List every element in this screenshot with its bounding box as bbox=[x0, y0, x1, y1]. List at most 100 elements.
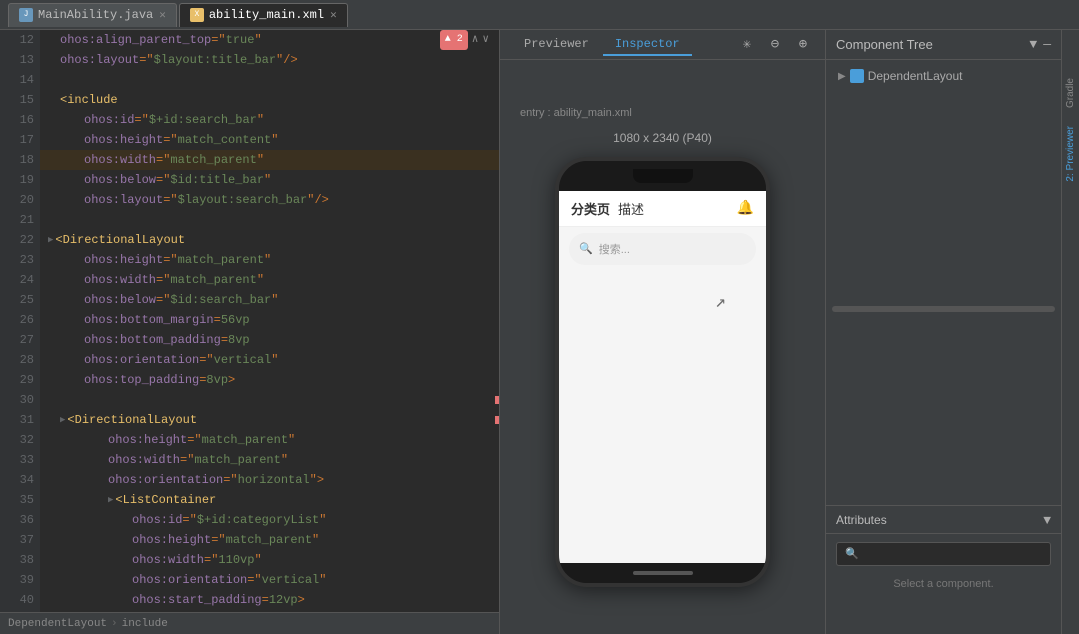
java-icon: J bbox=[19, 8, 33, 22]
code-line[interactable]: ohos:align_parent_top="true" ▲ 2 ∧ ∨ bbox=[40, 30, 499, 50]
attributes-header-icons: ▼ bbox=[1043, 511, 1051, 529]
code-line[interactable] bbox=[40, 390, 499, 410]
code-line[interactable]: ohos:height="match_content" bbox=[40, 130, 499, 150]
vertical-tab-previewer[interactable]: 2: Previewer bbox=[1063, 118, 1078, 190]
code-line[interactable]: ohos:layout="$layout:search_bar"/> bbox=[40, 190, 499, 210]
phone-search-bar: 🔍 搜索... bbox=[569, 233, 756, 265]
error-badge: ▲ 2 ∧ ∨ bbox=[440, 30, 489, 50]
code-line[interactable]: ohos:below="$id:title_bar" bbox=[40, 170, 499, 190]
code-line[interactable]: <include bbox=[40, 90, 499, 110]
snowflake-icon[interactable]: ✳ bbox=[737, 35, 757, 55]
code-line[interactable]: ohos:width="110vp" bbox=[40, 550, 499, 570]
tab-xml-label: ability_main.xml bbox=[209, 8, 324, 22]
zoom-in-icon[interactable]: ⊕ bbox=[793, 35, 813, 55]
tab-java[interactable]: J MainAbility.java ✕ bbox=[8, 3, 177, 27]
code-line[interactable]: ohos:bottom_margin=56vp bbox=[40, 310, 499, 330]
attributes-content: 🔍 Select a component. bbox=[826, 534, 1061, 634]
tree-scrollbar-area bbox=[832, 306, 1055, 312]
breadcrumb-separator: › bbox=[111, 618, 118, 630]
code-line[interactable]: ohos:orientation="vertical" bbox=[40, 570, 499, 590]
preview-content: entry : ability_main.xml 1080 x 2340 (P4… bbox=[500, 60, 825, 634]
phone-notch bbox=[633, 169, 693, 183]
tree-node-icon bbox=[850, 69, 864, 83]
breadcrumb-item-1[interactable]: DependentLayout bbox=[8, 618, 107, 630]
code-line[interactable]: ▶<DirectionalLayout bbox=[40, 230, 499, 250]
attributes-collapse-icon[interactable]: ▼ bbox=[1043, 513, 1051, 528]
phone-top-bar bbox=[559, 161, 766, 191]
zoom-out-icon[interactable]: ⊖ bbox=[765, 35, 785, 55]
code-panel: 1213141516 1718192021 2223242526 2728293… bbox=[0, 30, 500, 634]
component-tree-header: Component Tree ▼ — bbox=[826, 30, 1061, 60]
tab-java-label: MainAbility.java bbox=[38, 8, 153, 22]
preview-tabs: Previewer Inspector bbox=[512, 34, 692, 56]
attributes-header: Attributes ▼ bbox=[826, 506, 1061, 534]
preview-icons: ✳ ⊖ ⊕ bbox=[737, 35, 813, 55]
tab-inspector[interactable]: Inspector bbox=[603, 34, 692, 56]
bell-icon: 🔔 bbox=[737, 200, 754, 217]
code-line[interactable]: ▶<DirectionalLayout bbox=[40, 410, 499, 430]
tab-previewer[interactable]: Previewer bbox=[512, 34, 601, 56]
component-tree-panel: Component Tree ▼ — ▶ DependentLayout Att… bbox=[826, 30, 1061, 634]
code-content[interactable]: 1213141516 1718192021 2223242526 2728293… bbox=[0, 30, 499, 612]
component-tree-header-icons: ▼ — bbox=[1029, 37, 1051, 52]
phone-screen-body: ↗ bbox=[559, 271, 766, 563]
code-line[interactable]: ohos:orientation="vertical" bbox=[40, 350, 499, 370]
code-line[interactable]: ▶<ListContainer bbox=[40, 490, 499, 510]
main-layout: 1213141516 1718192021 2223242526 2728293… bbox=[0, 30, 1079, 634]
component-tree-title: Component Tree bbox=[836, 37, 933, 52]
breadcrumb: DependentLayout › include bbox=[0, 612, 499, 634]
tab-xml-close[interactable]: ✕ bbox=[330, 8, 337, 22]
cursor-icon: ↗ bbox=[715, 291, 726, 313]
code-line[interactable] bbox=[40, 70, 499, 90]
code-line[interactable]: ohos:orientation="horizontal"> bbox=[40, 470, 499, 490]
entry-path: entry : ability_main.xml bbox=[500, 107, 632, 119]
preview-toolbar: Previewer Inspector ✳ ⊖ ⊕ bbox=[500, 30, 825, 60]
code-line[interactable]: ohos:layout="$layout:title_bar"/> bbox=[40, 50, 499, 70]
tree-expand-arrow: ▶ bbox=[838, 71, 846, 82]
attributes-panel: Attributes ▼ 🔍 Select a component. bbox=[826, 505, 1061, 634]
component-tree-minimize-icon[interactable]: — bbox=[1043, 37, 1051, 52]
tree-item-label: DependentLayout bbox=[868, 69, 963, 83]
code-lines: ohos:align_parent_top="true" ▲ 2 ∧ ∨ oho… bbox=[40, 30, 499, 612]
tree-content: ▶ DependentLayout bbox=[826, 60, 1061, 505]
code-line[interactable]: ohos:width="match_parent" bbox=[40, 270, 499, 290]
tab-java-close[interactable]: ✕ bbox=[159, 8, 166, 22]
code-line[interactable]: ohos:id="$+id:categoryList" bbox=[40, 510, 499, 530]
code-line[interactable]: ohos:start_padding=12vp> bbox=[40, 590, 499, 610]
phone-nav-title: 分类页 描述 bbox=[571, 199, 644, 218]
code-line[interactable]: ohos:below="$id:search_bar" bbox=[40, 290, 499, 310]
phone-search-icon: 🔍 bbox=[579, 242, 593, 256]
line-numbers: 1213141516 1718192021 2223242526 2728293… bbox=[0, 30, 40, 612]
phone-nav-bar: 分类页 描述 🔔 bbox=[559, 191, 766, 227]
title-bar: J MainAbility.java ✕ X ability_main.xml … bbox=[0, 0, 1079, 30]
breadcrumb-item-2[interactable]: include bbox=[122, 618, 168, 630]
preview-panel: Previewer Inspector ✳ ⊖ ⊕ entry : abilit… bbox=[500, 30, 826, 634]
select-component-text: Select a component. bbox=[836, 578, 1051, 590]
phone-screen: 分类页 描述 🔔 🔍 搜索... ↗ bbox=[559, 191, 766, 563]
component-tree-collapse-icon[interactable]: ▼ bbox=[1029, 37, 1037, 52]
phone-home-bar bbox=[633, 571, 693, 575]
code-line[interactable]: ohos:top_padding=8vp> bbox=[40, 370, 499, 390]
phone-search-placeholder: 搜索... bbox=[599, 241, 630, 257]
tree-item-dependent-layout[interactable]: ▶ DependentLayout bbox=[832, 66, 1055, 86]
code-line[interactable]: ohos:width="match_parent" bbox=[40, 150, 499, 170]
phone-nav-title-1: 分类页 bbox=[571, 199, 610, 218]
tab-xml[interactable]: X ability_main.xml ✕ bbox=[179, 3, 348, 27]
code-line[interactable]: ohos:id="$+id:search_bar" bbox=[40, 110, 499, 130]
phone-nav-title-2: 描述 bbox=[618, 199, 644, 218]
device-label: 1080 x 2340 (P40) bbox=[613, 131, 712, 145]
code-line[interactable]: ohos:bottom_padding=8vp bbox=[40, 330, 499, 350]
code-line[interactable]: ohos:height="match_parent" bbox=[40, 530, 499, 550]
code-line[interactable]: </ListContainer> bbox=[40, 610, 499, 612]
phone-mockup: 分类页 描述 🔔 🔍 搜索... ↗ bbox=[555, 157, 770, 587]
code-line[interactable] bbox=[40, 210, 499, 230]
vertical-tab-gradle[interactable]: Gradle bbox=[1063, 70, 1078, 116]
attribute-search-bar[interactable]: 🔍 bbox=[836, 542, 1051, 566]
code-line[interactable]: ohos:height="match_parent" bbox=[40, 250, 499, 270]
code-line[interactable]: ohos:height="match_parent" bbox=[40, 430, 499, 450]
phone-bottom-bar bbox=[559, 563, 766, 583]
attributes-title: Attributes bbox=[836, 513, 887, 527]
attribute-search-icon: 🔍 bbox=[845, 547, 859, 561]
tree-scrollbar[interactable] bbox=[832, 306, 1055, 312]
code-line[interactable]: ohos:width="match_parent" bbox=[40, 450, 499, 470]
